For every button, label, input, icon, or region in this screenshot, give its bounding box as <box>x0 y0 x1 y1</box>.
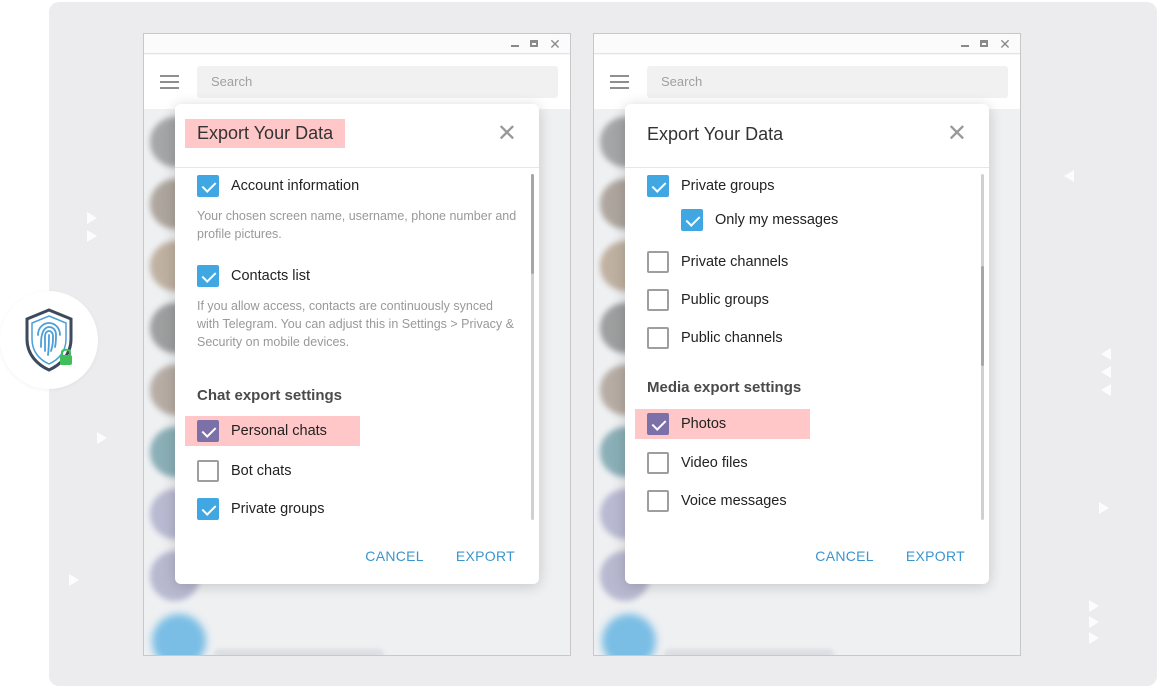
checkbox-label: Photos <box>681 416 727 432</box>
decor-triangle <box>1099 502 1109 514</box>
checkbox[interactable] <box>681 209 703 231</box>
decor-triangle <box>87 212 97 224</box>
app-window-left: ✕ Search Export Your Data ✕ Account info… <box>143 33 571 656</box>
minimize-icon[interactable] <box>958 37 972 51</box>
close-icon[interactable]: ✕ <box>947 122 967 146</box>
app-header: Search <box>594 55 1020 109</box>
decor-triangle <box>1064 170 1074 182</box>
decor-triangle <box>1089 616 1099 628</box>
checkbox[interactable] <box>647 175 669 197</box>
checkbox-label: Video files <box>681 455 748 471</box>
checkbox-label: Account information <box>231 178 360 194</box>
checkbox-label: Private groups <box>681 178 775 194</box>
account-description: Your chosen screen name, username, phone… <box>197 209 517 241</box>
decor-triangle <box>1101 384 1111 396</box>
checkbox-only-my-messages[interactable]: Only my messages <box>681 209 838 231</box>
checkbox-private-channels[interactable]: Private channels <box>647 251 788 273</box>
contacts-description: If you allow access, contacts are contin… <box>197 299 514 349</box>
window-titlebar: ✕ <box>594 34 1020 54</box>
dialog-title: Export Your Data <box>185 119 346 148</box>
checkbox-label: Private groups <box>231 501 325 517</box>
checkbox-label: Personal chats <box>231 423 327 439</box>
minimize-icon[interactable] <box>508 37 522 51</box>
checkbox[interactable] <box>647 452 669 474</box>
checkbox[interactable] <box>647 289 669 311</box>
checkbox-public-groups[interactable]: Public groups <box>647 289 769 311</box>
close-icon[interactable]: ✕ <box>497 122 517 146</box>
decor-triangle <box>1089 600 1099 612</box>
checkbox-account-information[interactable]: Account information <box>197 175 359 197</box>
section-chat-export-settings: Chat export settings <box>197 387 343 404</box>
checkbox-contacts-list[interactable]: Contacts list <box>197 265 310 287</box>
export-data-dialog: Export Your Data ✕ Account information Y… <box>175 104 539 584</box>
app-window-right: ✕ Search Export Your Data ✕ Private grou… <box>593 33 1021 656</box>
checkbox-label: Contacts list <box>231 268 310 284</box>
dialog-scroll-area[interactable]: Private groups Only my messages Private … <box>625 168 989 520</box>
chat-preview-line <box>664 649 834 655</box>
decor-triangle <box>1089 632 1099 644</box>
export-button[interactable]: EXPORT <box>456 548 515 564</box>
checkbox-label: Public groups <box>681 292 769 308</box>
maximize-icon[interactable] <box>977 37 991 51</box>
checkbox-label: Only my messages <box>715 212 839 228</box>
checkbox[interactable] <box>647 490 669 512</box>
checkbox-private-groups[interactable]: Private groups <box>647 175 775 197</box>
hamburger-menu-icon[interactable] <box>160 75 179 89</box>
checkbox[interactable] <box>197 175 219 197</box>
checkbox[interactable] <box>197 265 219 287</box>
search-input[interactable]: Search <box>197 66 558 98</box>
section-media-export-settings: Media export settings <box>647 379 802 396</box>
checkbox-photos[interactable]: Photos <box>635 409 810 439</box>
checkbox-label: Voice messages <box>681 493 787 509</box>
chat-preview-line <box>214 649 384 655</box>
decor-triangle <box>69 574 79 586</box>
checkbox-bot-chats[interactable]: Bot chats <box>197 460 291 482</box>
checkbox-label: Private channels <box>681 254 789 270</box>
export-button[interactable]: EXPORT <box>906 548 965 564</box>
fingerprint-shield-icon <box>25 308 73 372</box>
checkbox-voice-messages[interactable]: Voice messages <box>647 490 787 512</box>
checkbox-video-files[interactable]: Video files <box>647 452 748 474</box>
avatar <box>602 614 656 655</box>
checkbox-label: Bot chats <box>231 463 292 479</box>
decor-triangle <box>1101 366 1111 378</box>
checkbox[interactable] <box>197 420 219 442</box>
decor-triangle <box>1101 348 1111 360</box>
checkbox[interactable] <box>647 251 669 273</box>
decor-triangle <box>87 230 97 242</box>
hamburger-menu-icon[interactable] <box>610 75 629 89</box>
avatar <box>152 614 206 655</box>
checkbox[interactable] <box>197 460 219 482</box>
scrollbar-thumb[interactable] <box>531 174 534 274</box>
scrollbar[interactable] <box>531 174 534 520</box>
security-badge <box>0 291 98 389</box>
export-data-dialog: Export Your Data ✕ Private groups Only m… <box>625 104 989 584</box>
close-icon[interactable]: ✕ <box>998 37 1012 51</box>
checkbox-public-channels[interactable]: Public channels <box>647 327 783 349</box>
cancel-button[interactable]: CANCEL <box>365 548 424 564</box>
search-input[interactable]: Search <box>647 66 1008 98</box>
checkbox-private-groups[interactable]: Private groups <box>197 498 325 520</box>
maximize-icon[interactable] <box>527 37 541 51</box>
dialog-actions: CANCEL EXPORT <box>815 548 965 564</box>
checkbox-personal-chats[interactable]: Personal chats <box>185 416 360 446</box>
dialog-scroll-area[interactable]: Account information Your chosen screen n… <box>175 168 539 520</box>
checkbox[interactable] <box>647 327 669 349</box>
dialog-actions: CANCEL EXPORT <box>365 548 515 564</box>
close-icon[interactable]: ✕ <box>548 37 562 51</box>
checkbox[interactable] <box>647 413 669 435</box>
scrollbar-thumb[interactable] <box>981 266 984 366</box>
decor-triangle <box>97 432 107 444</box>
cancel-button[interactable]: CANCEL <box>815 548 874 564</box>
scrollbar[interactable] <box>981 174 984 520</box>
checkbox[interactable] <box>197 498 219 520</box>
checkbox-label: Public channels <box>681 330 783 346</box>
dialog-title: Export Your Data <box>647 124 784 144</box>
app-header: Search <box>144 55 570 109</box>
window-titlebar: ✕ <box>144 34 570 54</box>
